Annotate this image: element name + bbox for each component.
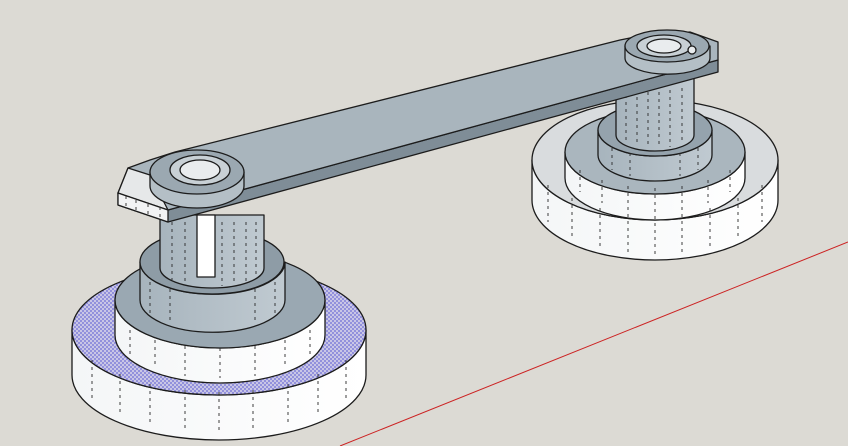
left-pulley[interactable] bbox=[71, 214, 367, 441]
modeling-viewport[interactable] bbox=[0, 0, 848, 446]
left-shaft-slot bbox=[196, 214, 216, 278]
right-pin-hole bbox=[646, 38, 682, 54]
right-pin-small-hole bbox=[687, 45, 697, 55]
left-pin-hole bbox=[179, 159, 221, 181]
3d-scene[interactable] bbox=[0, 0, 848, 446]
red-axis-line bbox=[339, 241, 848, 446]
